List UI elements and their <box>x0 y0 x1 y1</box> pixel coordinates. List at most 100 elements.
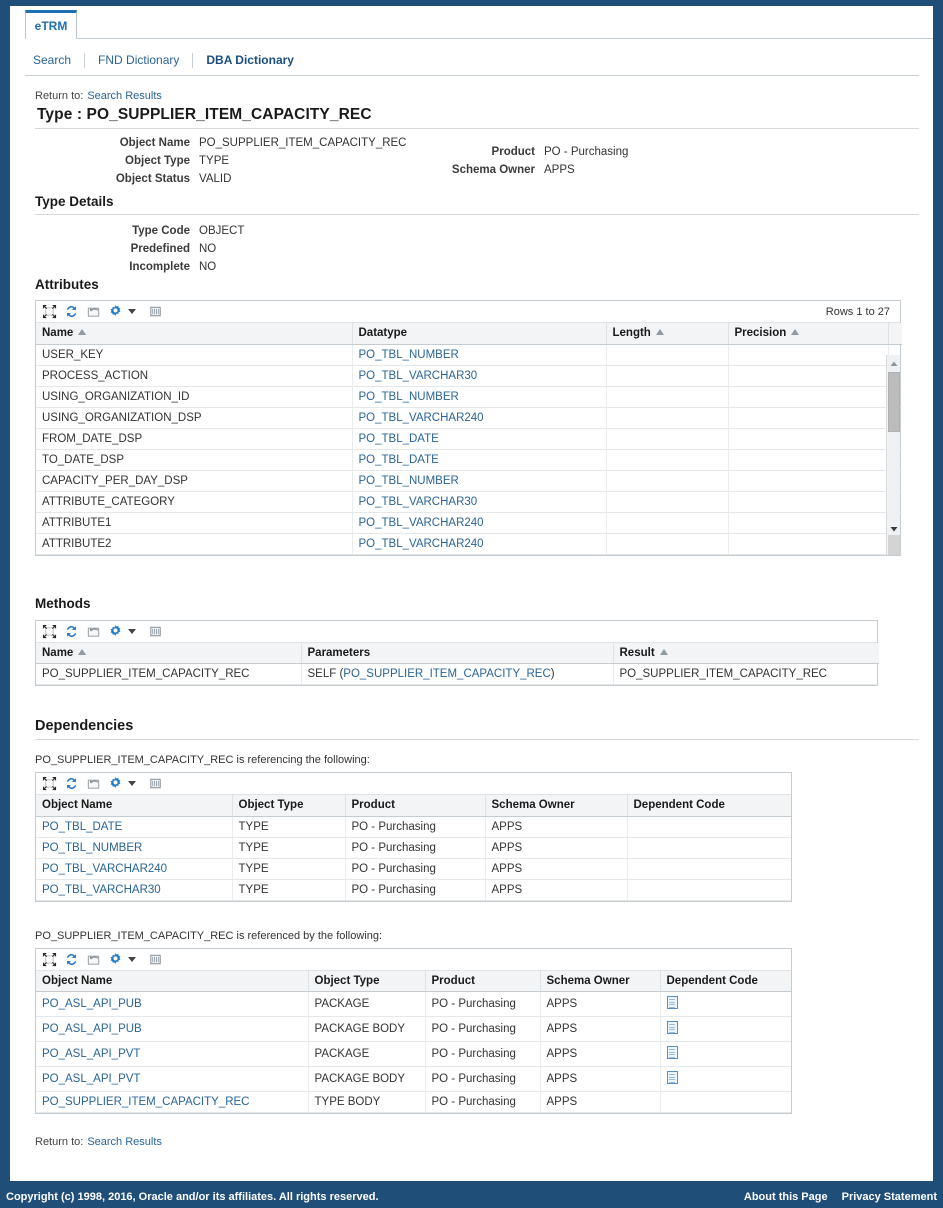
attribute-datatype-link[interactable]: PO_TBL_VARCHAR30 <box>359 370 478 382</box>
table-row: PO_TBL_VARCHAR30 TYPE PO - Purchasing APPS <box>36 879 791 901</box>
chevron-down-icon[interactable] <box>128 956 136 962</box>
dependency-object-type-cell: TYPE <box>232 816 346 838</box>
dependency-object-name-link[interactable]: PO_ASL_API_PUB <box>42 998 142 1010</box>
product-value: PO - Purchasing <box>544 146 629 158</box>
column-header-object-type[interactable]: Object Type <box>232 795 346 817</box>
refresh-icon[interactable] <box>64 952 79 967</box>
app-tab-bar: eTRM <box>10 6 933 39</box>
about-this-page-link[interactable]: About this Page <box>744 1191 828 1203</box>
column-header-precision[interactable]: Precision <box>728 323 889 345</box>
scrollbar-thumb[interactable] <box>888 371 900 432</box>
column-header-object-name[interactable]: Object Name <box>36 795 233 817</box>
dependency-object-name-cell: PO_TBL_VARCHAR30 <box>36 879 233 901</box>
column-header-product[interactable]: Product <box>425 970 541 992</box>
columns-icon[interactable] <box>148 304 163 319</box>
column-header-parameters-label: Parameters <box>307 646 371 659</box>
document-icon[interactable] <box>666 1021 678 1034</box>
detach-icon[interactable] <box>42 776 57 791</box>
method-param-type-link[interactable]: PO_SUPPLIER_ITEM_CAPACITY_REC <box>343 668 551 680</box>
column-header-dependent-code[interactable]: Dependent Code <box>627 795 791 817</box>
scroll-down-icon[interactable] <box>889 523 899 533</box>
chevron-down-icon[interactable] <box>128 309 136 314</box>
browser-frame: eTRM Search FND Dictionary DBA Dictionar… <box>0 0 943 1208</box>
dependency-object-name-link[interactable]: PO_TBL_VARCHAR240 <box>42 863 167 875</box>
column-header-datatype[interactable]: Datatype <box>352 323 607 345</box>
export-icon[interactable] <box>86 776 101 791</box>
export-icon[interactable] <box>86 952 101 967</box>
referencing-note: PO_SUPPLIER_ITEM_CAPACITY_REC is referen… <box>35 754 370 766</box>
detach-icon[interactable] <box>42 304 57 319</box>
column-header-object-name[interactable]: Object Name <box>36 970 309 992</box>
section-heading-methods: Methods <box>35 595 91 611</box>
column-header-precision-label: Precision <box>734 327 787 340</box>
chevron-down-icon[interactable] <box>128 781 136 786</box>
attribute-datatype-link[interactable]: PO_TBL_NUMBER <box>359 475 459 487</box>
attribute-datatype-link[interactable]: PO_TBL_VARCHAR30 <box>359 496 478 508</box>
column-header-object-type[interactable]: Object Type <box>308 970 426 992</box>
attribute-datatype-link[interactable]: PO_TBL_NUMBER <box>359 349 459 361</box>
column-header-result[interactable]: Result <box>613 642 879 664</box>
detach-icon[interactable] <box>42 952 57 967</box>
scroll-up-icon[interactable] <box>889 358 899 368</box>
attribute-datatype-link[interactable]: PO_TBL_VARCHAR240 <box>359 517 484 529</box>
return-to-bottom-link[interactable]: Search Results <box>87 1136 162 1148</box>
sort-ascending-icon[interactable] <box>659 648 668 655</box>
document-icon[interactable] <box>666 1046 678 1059</box>
privacy-statement-link[interactable]: Privacy Statement <box>842 1191 937 1203</box>
gear-icon[interactable] <box>108 776 123 791</box>
attribute-datatype-link[interactable]: PO_TBL_DATE <box>359 433 439 445</box>
document-icon[interactable] <box>666 996 678 1009</box>
attribute-datatype-link[interactable]: PO_TBL_VARCHAR240 <box>359 412 484 424</box>
sort-ascending-icon[interactable] <box>791 329 800 336</box>
column-header-method-name[interactable]: Name <box>36 642 302 664</box>
columns-icon[interactable] <box>148 776 163 791</box>
attributes-scrollbar[interactable] <box>886 354 900 555</box>
predefined-value: NO <box>199 243 217 255</box>
column-header-product[interactable]: Product <box>345 795 486 817</box>
sort-ascending-icon[interactable] <box>655 329 664 336</box>
dependency-object-name-link[interactable]: PO_ASL_API_PUB <box>42 1023 142 1035</box>
refresh-icon[interactable] <box>64 624 79 639</box>
subnav-item-dba-dictionary[interactable]: DBA Dictionary <box>193 53 307 67</box>
dependency-object-name-link[interactable]: PO_TBL_DATE <box>42 821 122 833</box>
column-header-length[interactable]: Length <box>606 323 729 345</box>
dependency-object-name-link[interactable]: PO_TBL_NUMBER <box>42 842 142 854</box>
sort-ascending-icon[interactable] <box>78 329 87 336</box>
dependency-object-name-link[interactable]: PO_TBL_VARCHAR30 <box>42 884 161 896</box>
incomplete-value: NO <box>199 261 217 273</box>
attribute-datatype-cell: PO_TBL_NUMBER <box>352 344 607 366</box>
methods-table: Name Parameters Result PO_SUPPLIER_ITEM_… <box>35 619 879 686</box>
chevron-down-icon[interactable] <box>128 628 136 634</box>
attribute-name-cell: USING_ORGANIZATION_DSP <box>36 407 353 429</box>
method-param-prefix: SELF ( <box>307 668 344 680</box>
dependency-object-name-link[interactable]: PO_SUPPLIER_ITEM_CAPACITY_REC <box>42 1096 250 1108</box>
refresh-icon[interactable] <box>64 776 79 791</box>
subnav-item-search[interactable]: Search <box>33 53 84 67</box>
columns-icon[interactable] <box>148 624 163 639</box>
gear-icon[interactable] <box>108 304 123 319</box>
tab-etrm[interactable]: eTRM <box>25 10 77 39</box>
column-header-name[interactable]: Name <box>36 323 353 345</box>
dependency-object-name-link[interactable]: PO_ASL_API_PVT <box>42 1073 140 1085</box>
sort-ascending-icon[interactable] <box>78 648 87 655</box>
attribute-datatype-link[interactable]: PO_TBL_NUMBER <box>359 391 459 403</box>
subnav-item-fnd-dictionary[interactable]: FND Dictionary <box>85 53 192 67</box>
document-icon[interactable] <box>666 1071 678 1084</box>
attribute-datatype-link[interactable]: PO_TBL_DATE <box>359 454 439 466</box>
gear-icon[interactable] <box>108 624 123 639</box>
columns-icon[interactable] <box>148 952 163 967</box>
table-row: ATTRIBUTE_CATEGORY PO_TBL_VARCHAR30 <box>36 491 902 513</box>
column-header-schema-owner[interactable]: Schema Owner <box>540 970 661 992</box>
column-header-dependent-code[interactable]: Dependent Code <box>660 970 791 992</box>
column-header-schema-owner[interactable]: Schema Owner <box>485 795 628 817</box>
attribute-datatype-link[interactable]: PO_TBL_VARCHAR240 <box>359 538 484 550</box>
refresh-icon[interactable] <box>64 304 79 319</box>
detach-icon[interactable] <box>42 624 57 639</box>
schema-owner-value: APPS <box>544 164 575 176</box>
dependency-object-name-link[interactable]: PO_ASL_API_PVT <box>42 1048 140 1060</box>
export-icon[interactable] <box>86 624 101 639</box>
column-header-parameters[interactable]: Parameters <box>301 642 614 664</box>
export-icon[interactable] <box>86 304 101 319</box>
return-to-top-link[interactable]: Search Results <box>87 90 162 102</box>
gear-icon[interactable] <box>108 952 123 967</box>
